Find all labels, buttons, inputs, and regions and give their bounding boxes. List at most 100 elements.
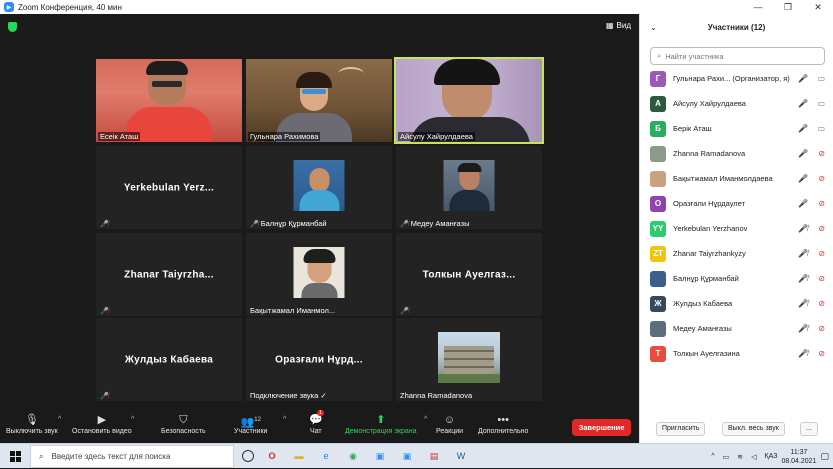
profile-photo	[293, 247, 345, 298]
audio-options-caret[interactable]: ^	[58, 416, 61, 423]
invite-button[interactable]: Пригласить	[656, 422, 706, 436]
video-off-icon[interactable]: ⊘	[818, 149, 825, 158]
taskbar-search-input[interactable]: ⌕ Введите здесь текст для поиска	[30, 445, 234, 468]
name-tile[interactable]: Толкын Ауелгаз... 🎤̸	[396, 233, 542, 316]
participant-row[interactable]: Zhanna Ramadanova 🎤 ⊘	[640, 141, 833, 166]
participant-row[interactable]: YY Yerkebulan Yerzhanov 🎤̸ ⊘	[640, 216, 833, 241]
close-button[interactable]: ✕	[803, 0, 833, 14]
participant-row[interactable]: Г Гульнара Рахи... (Организатор, я) 🎤 ▭	[640, 66, 833, 91]
participants-button[interactable]: 👥12 Участники	[234, 413, 267, 435]
participant-row[interactable]: Б Берік Аташ 🎤 ▭	[640, 116, 833, 141]
wifi-icon[interactable]: ≋	[737, 453, 743, 461]
chrome-icon[interactable]: ◉	[344, 447, 362, 465]
participant-search-input[interactable]: ⌕ Найти участника	[650, 47, 825, 65]
participant-row[interactable]: ZT Zhanar Taiyrzhankyzy 🎤̸ ⊘	[640, 241, 833, 266]
photo-tile[interactable]: 🎤̸ Медеу Аманғазы	[396, 146, 542, 229]
reactions-button[interactable]: ☺ Реакции	[436, 413, 463, 435]
word-icon[interactable]: W	[452, 447, 470, 465]
zoom-meeting-taskbar-icon[interactable]: ▣	[398, 447, 416, 465]
file-explorer-icon[interactable]: ▬	[290, 447, 308, 465]
video-tile[interactable]: Гульнара Рахимова	[246, 59, 392, 142]
video-off-icon[interactable]: ⊘	[818, 299, 825, 308]
mic-muted-icon[interactable]: 🎤̸	[798, 324, 808, 333]
video-off-icon[interactable]: ⊘	[818, 349, 825, 358]
opera-icon[interactable]: O	[263, 447, 281, 465]
participant-row[interactable]: О Оразғали Нұрдаулет 🎤 ⊘	[640, 191, 833, 216]
participant-row[interactable]: Медеу Аманғазы 🎤̸ ⊘	[640, 316, 833, 341]
photo-tile[interactable]: Zhanna Ramadanova	[396, 318, 542, 401]
language-indicator[interactable]: ҚАЗ	[765, 453, 778, 460]
video-camera-icon[interactable]: ▭	[817, 74, 825, 83]
volume-icon[interactable]: ◁	[751, 453, 756, 461]
mic-muted-icon: 🎤̸	[100, 393, 109, 400]
chat-button[interactable]: 💬 1 Чат	[309, 410, 324, 435]
participants-options-caret[interactable]: ^	[283, 416, 286, 423]
tray-expand-icon[interactable]: ^	[711, 453, 714, 460]
search-placeholder: Найти участника	[665, 51, 724, 61]
minimize-button[interactable]: —	[743, 0, 773, 14]
task-view-icon[interactable]	[242, 450, 254, 462]
microphone-icon[interactable]: 🎤	[798, 199, 808, 208]
participant-row[interactable]: Ж Жулдыз Кабаева 🎤̸ ⊘	[640, 291, 833, 316]
more-button[interactable]: ••• Дополнительно	[478, 413, 528, 435]
microphone-icon[interactable]: 🎤	[798, 149, 808, 158]
more-options-button[interactable]: ...	[800, 422, 818, 436]
video-off-icon[interactable]: ⊘	[818, 249, 825, 258]
name-tile[interactable]: Yerkebulan Yerz... 🎤̸	[96, 146, 242, 229]
view-button[interactable]: ▦ Вид	[606, 21, 631, 30]
tile-mute-indicator: 🎤̸	[98, 392, 111, 400]
security-button[interactable]: ⛉ Безопасность	[161, 413, 206, 435]
video-off-icon[interactable]: ⊘	[818, 199, 825, 208]
microphone-icon[interactable]: 🎤	[798, 124, 808, 133]
video-off-icon[interactable]: ⊘	[818, 174, 825, 183]
participant-row[interactable]: А Айсулу Хайрулдаева 🎤 ▭	[640, 91, 833, 116]
video-tile[interactable]: Есеік Аташ	[96, 59, 242, 142]
video-tile-active-speaker[interactable]: Айсулу Хайрулдаева	[394, 57, 544, 144]
hair-shape	[296, 72, 332, 88]
edge-icon[interactable]: e	[317, 447, 335, 465]
face-shape	[309, 168, 330, 192]
share-options-caret[interactable]: ^	[424, 416, 427, 423]
name-tile[interactable]: Оразғали Нұрд... Подключение звука ✓	[246, 318, 392, 401]
video-camera-icon[interactable]: ▭	[817, 99, 825, 108]
pdf-icon[interactable]: ▤	[425, 447, 443, 465]
mic-muted-icon[interactable]: 🎤̸	[798, 274, 808, 283]
video-options-caret[interactable]: ^	[131, 416, 134, 423]
security-shield-icon[interactable]	[8, 22, 17, 32]
collapse-chevron-icon[interactable]: ⌄	[650, 23, 657, 32]
participant-row[interactable]: Балнұр Құрманбай 🎤̸ ⊘	[640, 266, 833, 291]
zoom-taskbar-icon[interactable]: ▣	[371, 447, 389, 465]
name-tile[interactable]: Zhanar Taiyrzha... 🎤̸	[96, 233, 242, 316]
mic-muted-icon[interactable]: 🎤̸	[798, 249, 808, 258]
notifications-icon[interactable]: ▢	[820, 451, 829, 462]
microphone-icon[interactable]: 🎤	[798, 174, 808, 183]
microphone-icon[interactable]: 🎤	[798, 74, 808, 83]
mic-muted-icon[interactable]: 🎤̸	[798, 349, 808, 358]
photo-tile[interactable]: 🎤̸ Балнұр Құрманбай	[246, 146, 392, 229]
mic-muted-icon[interactable]: 🎤̸	[798, 224, 808, 233]
participant-row[interactable]: Т Толкын Ауелгазина 🎤̸ ⊘	[640, 341, 833, 366]
zoom-app-icon: ▶	[4, 2, 14, 12]
end-meeting-button[interactable]: Завершение	[572, 419, 631, 436]
mute-all-button[interactable]: Выкл. весь звук	[722, 422, 785, 436]
microphone-icon[interactable]: 🎤	[798, 99, 808, 108]
participant-row[interactable]: Бақытжамал Иманмолдаева 🎤 ⊘	[640, 166, 833, 191]
participant-name: Yerkebulan Yerzhanov	[673, 224, 748, 233]
clock[interactable]: 11:37 08.04.2021	[781, 448, 816, 466]
network-icon[interactable]: ▭	[723, 453, 730, 461]
more-dots-icon: •••	[497, 414, 509, 426]
tile-name: 🎤̸ Медеу Аманғазы	[400, 219, 470, 228]
video-camera-icon[interactable]: ▭	[817, 124, 825, 133]
photo-tile[interactable]: Бақытжамал Иманмол...	[246, 233, 392, 316]
participant-video	[396, 59, 542, 142]
maximize-button[interactable]: ❐	[773, 0, 803, 14]
share-screen-button[interactable]: ⬆ Демонстрация экрана	[345, 413, 417, 435]
start-button[interactable]	[0, 444, 30, 469]
video-off-icon[interactable]: ⊘	[818, 224, 825, 233]
mic-muted-icon[interactable]: 🎤̸	[798, 299, 808, 308]
mute-button[interactable]: 🎙 Выключить звук	[6, 413, 58, 435]
name-tile[interactable]: Жулдыз Кабаева 🎤̸	[96, 318, 242, 401]
stop-video-button[interactable]: ▶ Остановить видео	[72, 413, 132, 435]
video-off-icon[interactable]: ⊘	[818, 274, 825, 283]
video-off-icon[interactable]: ⊘	[818, 324, 825, 333]
